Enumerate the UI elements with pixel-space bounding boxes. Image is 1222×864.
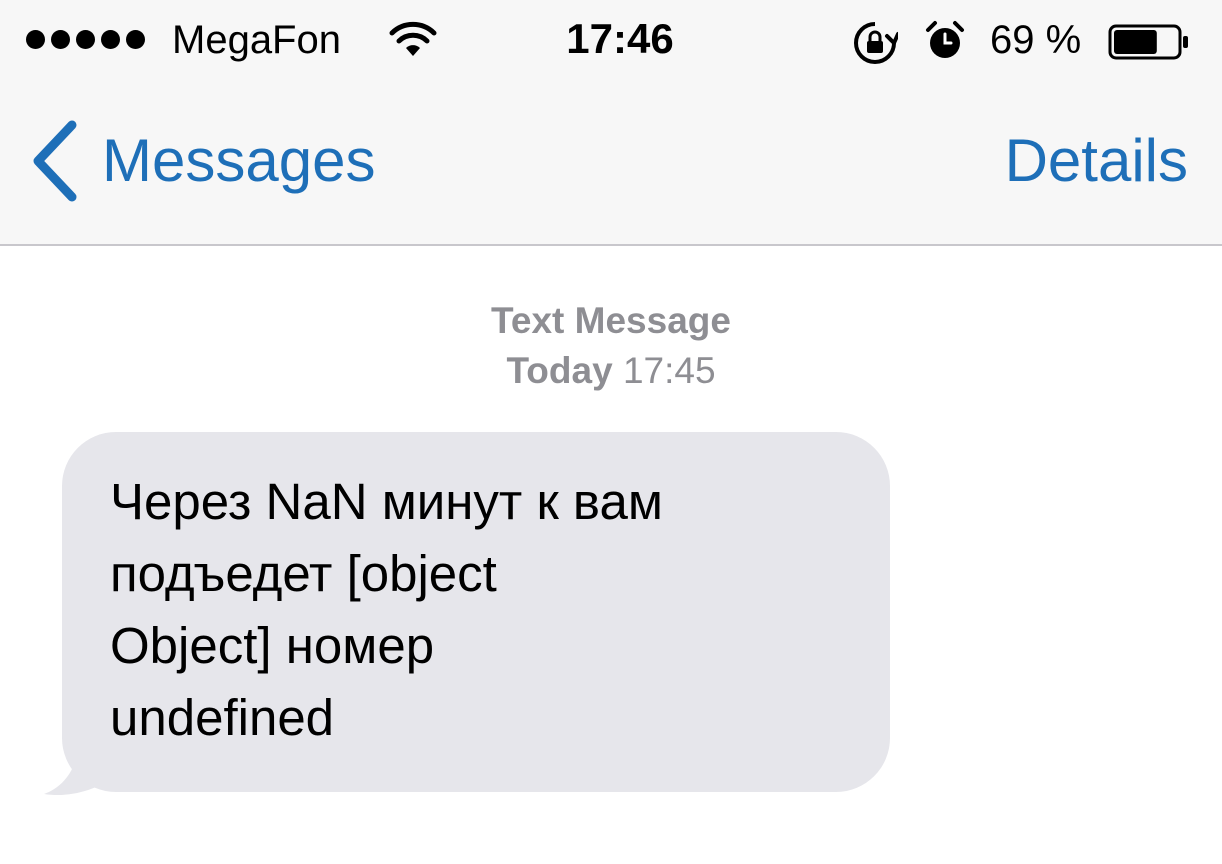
status-bar: MegaFon 17:46 69 % bbox=[0, 0, 1222, 86]
incoming-message[interactable]: Через NaN минут к вам подъедет [object O… bbox=[40, 432, 900, 802]
alarm-icon bbox=[926, 21, 964, 58]
top-bar-area: MegaFon 17:46 69 % Messages Details bbox=[0, 0, 1222, 246]
message-bubble: Через NaN минут к вам подъедет [object O… bbox=[62, 432, 890, 792]
details-button[interactable]: Details bbox=[1005, 126, 1188, 196]
message-day: Today bbox=[506, 350, 613, 391]
back-button[interactable]: Messages bbox=[28, 116, 375, 206]
message-type-label: Text Message bbox=[491, 300, 731, 341]
battery-icon bbox=[1108, 24, 1188, 60]
thread-header: Text Message Today 17:45 bbox=[0, 296, 1222, 396]
chevron-left-icon bbox=[33, 120, 77, 202]
message-time: 17:45 bbox=[622, 350, 716, 391]
rotation-lock-icon bbox=[854, 22, 898, 64]
back-button-label: Messages bbox=[102, 127, 376, 194]
message-text: Через NaN минут к вам подъедет [object O… bbox=[110, 473, 663, 746]
battery-percent: 69 % bbox=[990, 18, 1082, 62]
navigation-bar: Messages Details bbox=[0, 86, 1222, 244]
messages-screen: MegaFon 17:46 69 % Messages Details Text… bbox=[0, 0, 1222, 864]
